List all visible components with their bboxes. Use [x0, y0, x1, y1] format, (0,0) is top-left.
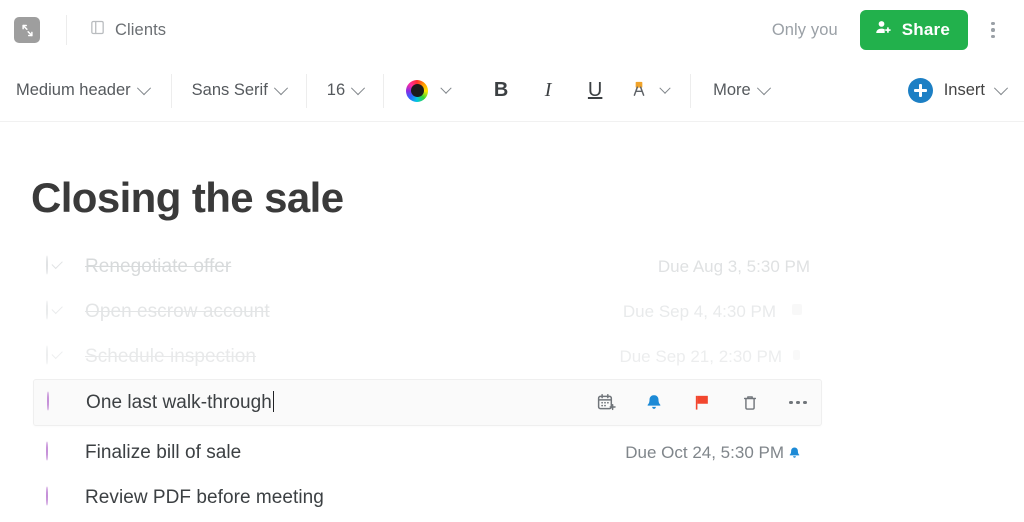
format-toolbar: Medium header Sans Serif 16 B I U More I… [0, 60, 1024, 122]
note-document-icon [89, 19, 106, 41]
task-label: Schedule inspection [85, 345, 257, 367]
sharing-status: Only you [771, 20, 838, 39]
toolbar-divider [66, 15, 67, 45]
task-row[interactable]: Open escrow account Due Sep 4, 4:30 PM [0, 289, 1024, 334]
toolbar-right: Insert [907, 78, 1010, 103]
font-family-label: Sans Serif [191, 81, 268, 99]
more-options-icon[interactable] [787, 392, 809, 414]
share-button[interactable]: Share [859, 10, 968, 50]
task-due-date: Due Oct 24, 5:30 PM [625, 442, 784, 462]
task-label: Review PDF before meeting [85, 486, 324, 508]
chevron-down-icon [440, 82, 452, 94]
underline-button[interactable]: U [582, 79, 608, 102]
paragraph-style-label: Medium header [16, 81, 131, 99]
task-label: Finalize bill of sale [85, 441, 242, 463]
highlight-color-picker[interactable] [629, 78, 671, 104]
checkbox-unchecked-icon[interactable] [47, 391, 68, 413]
add-to-calendar-icon[interactable] [595, 392, 617, 414]
chevron-down-icon [351, 80, 366, 95]
task-row[interactable]: Finalize bill of sale Due Oct 24, 5:30 P… [0, 430, 1024, 475]
person-add-icon [874, 18, 893, 42]
text-color-picker[interactable] [384, 79, 468, 102]
font-size-label: 16 [326, 81, 346, 99]
reminder-bell-icon [793, 350, 800, 360]
reminder-bell-icon[interactable] [643, 392, 665, 414]
top-bar-right: Only you Share [772, 10, 1010, 50]
task-row-selected[interactable]: One last walk-through [33, 379, 822, 426]
task-row-actions [595, 392, 809, 414]
chevron-down-icon [659, 82, 671, 94]
checkbox-checked-icon[interactable] [46, 345, 67, 367]
breadcrumb[interactable]: Clients [89, 19, 166, 41]
task-row[interactable]: Schedule inspection Due Sep 21, 2:30 PM [0, 334, 1024, 379]
checkbox-checked-icon[interactable] [46, 255, 67, 277]
task-label: Open escrow account [85, 300, 270, 322]
font-size-dropdown[interactable]: 16 [307, 80, 383, 100]
top-bar: Clients Only you Share [0, 0, 1024, 60]
more-formatting-label: More [713, 81, 751, 99]
checkbox-checked-icon[interactable] [46, 300, 67, 322]
more-formatting-dropdown[interactable]: More [713, 80, 771, 100]
checkbox-unchecked-icon[interactable] [46, 486, 67, 508]
task-due-date: Due Sep 21, 2:30 PM [619, 346, 782, 366]
chevron-down-icon [993, 80, 1009, 95]
task-label: Renegotiate offer [85, 255, 232, 277]
text-highlight-icon [629, 78, 649, 104]
delete-trash-icon[interactable] [739, 392, 761, 414]
expand-arrows-icon[interactable] [14, 17, 40, 43]
reminder-bell-icon[interactable] [787, 445, 802, 461]
breadcrumb-label: Clients [115, 20, 167, 39]
task-label[interactable]: One last walk-through [86, 391, 275, 414]
chevron-down-icon [756, 80, 771, 95]
task-row[interactable]: Renegotiate offer Due Aug 3, 5:30 PM [0, 244, 1024, 289]
chevron-down-icon [273, 80, 288, 95]
italic-button[interactable]: I [535, 79, 561, 102]
paragraph-style-dropdown[interactable]: Medium header [14, 80, 171, 100]
bold-button[interactable]: B [488, 79, 514, 102]
reminder-bell-icon [792, 304, 802, 315]
text-cursor [272, 391, 275, 412]
plus-circle-icon [907, 78, 933, 103]
page-title: Closing the sale [31, 174, 344, 221]
document-body: Closing the sale Renegotiate offer Due A… [0, 122, 1024, 520]
task-due-date: Due Sep 4, 4:30 PM [622, 301, 776, 321]
task-row[interactable]: Review PDF before meeting [0, 475, 1024, 520]
checkbox-unchecked-icon[interactable] [46, 441, 67, 463]
task-due-date: Due Aug 3, 5:30 PM [657, 256, 810, 276]
kebab-menu-icon[interactable] [976, 13, 1010, 47]
flag-icon[interactable] [691, 392, 713, 414]
share-button-label: Share [901, 20, 950, 39]
color-wheel-icon [406, 79, 429, 102]
insert-label: Insert [943, 81, 985, 99]
font-family-dropdown[interactable]: Sans Serif [172, 80, 306, 100]
toolbar-separator [690, 73, 692, 108]
chevron-down-icon [136, 80, 151, 95]
